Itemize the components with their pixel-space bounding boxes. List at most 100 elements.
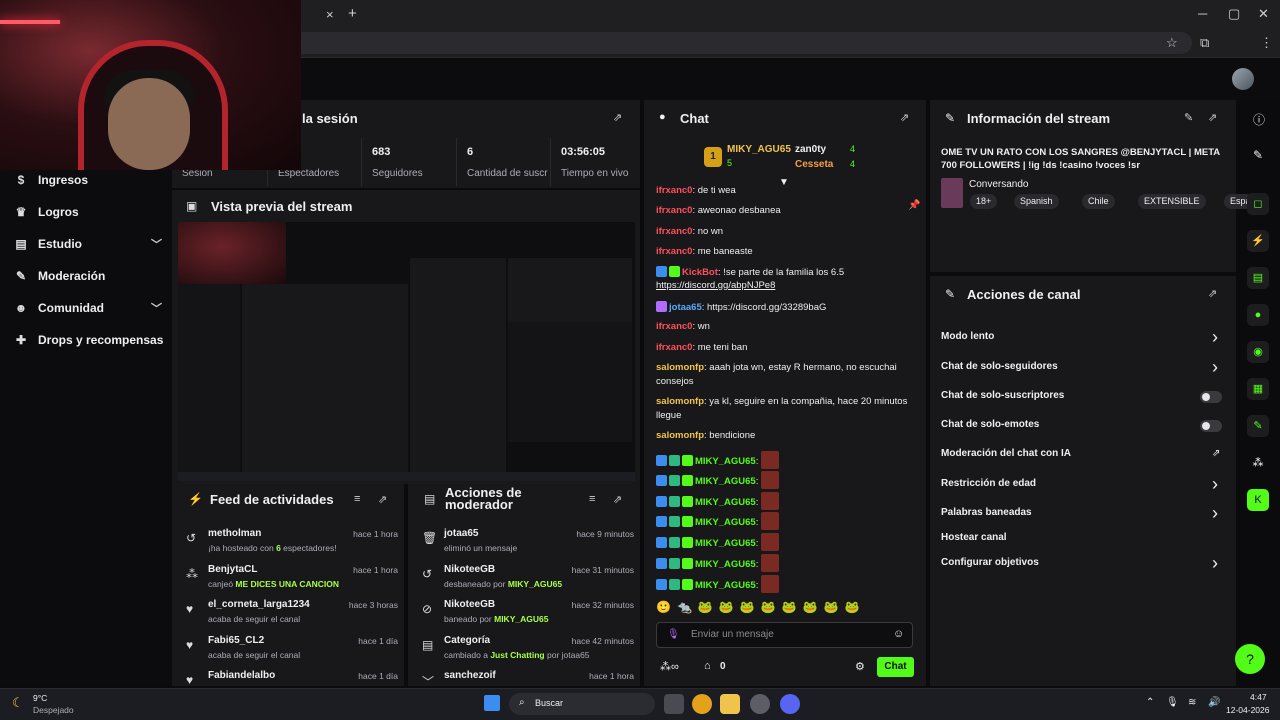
channel-action-5[interactable]: Restricción de edad <box>941 478 1036 489</box>
chrome-icon[interactable] <box>692 694 712 714</box>
mod-action-item[interactable]: ⊘ NikoteeGB baneado por MIKY_AGU65 hace 32 … <box>414 598 640 632</box>
channel-action-1[interactable]: Chat de solo-seguidores <box>941 361 1058 372</box>
chat-username[interactable]: MIKY_AGU65 <box>695 476 756 487</box>
rail-layout-icon[interactable]: ▦ <box>1247 378 1269 400</box>
close-window-button[interactable]: ✕ <box>1258 6 1269 22</box>
chat-username[interactable]: MIKY_AGU65 <box>695 456 756 467</box>
chat-username[interactable]: salomonfp <box>656 362 704 373</box>
feed-item[interactable]: ♥ Fabi65_CL2 acaba de seguir el canal hace … <box>178 634 404 668</box>
chevron-up-icon[interactable]: ⌃ <box>1146 697 1154 708</box>
item-user[interactable]: sanchezoif <box>444 670 496 681</box>
avatar[interactable] <box>1232 68 1254 90</box>
channel-action-3[interactable]: Chat de solo-emotes <box>941 419 1039 430</box>
chevron-right-icon[interactable]: › <box>1212 503 1218 524</box>
mod-action-item[interactable]: ▤ Categoría cambiado a Just Chatting por j… <box>414 634 640 668</box>
emote-picker-icon[interactable]: ☺ <box>893 628 904 640</box>
sidebar-item-comunidad[interactable]: ☻ Comunidad ﹀ <box>14 298 164 318</box>
chat-username[interactable]: ifrxanc0 <box>656 321 692 332</box>
rail-points-icon[interactable]: ⁂ <box>1247 452 1269 474</box>
chat-text[interactable]: https://discord.gg/abpNJPe8 <box>656 280 775 291</box>
filter-icon[interactable]: ≡ <box>354 493 360 505</box>
browser-menu-icon[interactable]: ⋮ <box>1260 35 1273 51</box>
toggle-switch[interactable] <box>1200 391 1222 403</box>
chat-username[interactable]: MIKY_AGU65 <box>695 559 756 570</box>
chat-username[interactable]: ifrxanc0 <box>656 205 692 216</box>
extensions-icon[interactable]: ⧉ <box>1200 35 1209 51</box>
stream-preview[interactable] <box>178 222 635 481</box>
chat-username[interactable]: MIKY_AGU65 <box>695 580 756 591</box>
rail-kick-icon[interactable]: K <box>1247 489 1269 511</box>
popout-icon[interactable]: ⇗ <box>378 493 387 506</box>
expand-icon[interactable]: ▼ <box>779 177 789 188</box>
channel-action-2[interactable]: Chat de solo-suscriptores <box>941 390 1064 401</box>
chat-username[interactable]: salomonfp <box>656 396 704 407</box>
send-chat-button[interactable]: Chat <box>877 657 914 677</box>
clock-time[interactable]: 4:47 <box>1250 692 1267 702</box>
stream-tag[interactable]: EXTENSIBLE <box>1138 194 1206 209</box>
category-thumbnail[interactable] <box>941 178 963 208</box>
chat-username[interactable]: MIKY_AGU65 <box>695 538 756 549</box>
bookmark-star-icon[interactable]: ☆ <box>1166 35 1178 51</box>
rail-lightning-icon[interactable]: ⚡ <box>1247 230 1269 252</box>
toggle-switch[interactable] <box>1200 420 1222 432</box>
chat-username[interactable]: jotaa65 <box>669 302 702 313</box>
channel-action-6[interactable]: Palabras baneadas <box>941 507 1032 518</box>
points-icon[interactable]: ⁂∞ <box>660 660 679 673</box>
gear-icon[interactable]: ⚙ <box>855 660 865 673</box>
chat-username[interactable]: MIKY_AGU65 <box>695 497 756 508</box>
mod-action-item[interactable]: ↺ NikoteeGB desbaneado por MIKY_AGU65 hace … <box>414 563 640 597</box>
mic-icon[interactable]: 🎙 <box>1166 697 1179 708</box>
rail-wrench-icon[interactable]: ✎ <box>1247 415 1269 437</box>
chat-username[interactable]: KickBot <box>682 267 718 278</box>
channel-action-0[interactable]: Modo lento <box>941 331 994 342</box>
channel-action-8[interactable]: Configurar objetivos <box>941 557 1039 568</box>
channel-action-4[interactable]: Moderación del chat con IA <box>941 448 1071 459</box>
chat-username[interactable]: ifrxanc0 <box>656 226 692 237</box>
item-user[interactable]: jotaa65 <box>444 528 478 539</box>
store-icon[interactable]: ⌂ <box>704 660 711 672</box>
popout-icon[interactable]: ⇗ <box>1208 287 1217 300</box>
wifi-icon[interactable]: ≋ <box>1188 697 1196 708</box>
chat-username[interactable]: ifrxanc0 <box>656 246 692 257</box>
emote-bar[interactable]: 🙂🐀🐸🐸🐸🐸🐸🐸🐸🐸 <box>656 600 916 618</box>
item-user[interactable]: el_corneta_larga1234 <box>208 599 310 610</box>
rail-clip-icon[interactable]: ◻ <box>1247 193 1269 215</box>
chat-text[interactable]: : https://discord.gg/33289baG <box>702 302 827 313</box>
new-tab-button[interactable]: + <box>348 5 357 22</box>
mic-icon[interactable]: 🎙 <box>667 629 680 640</box>
windows-start-icon[interactable] <box>484 695 500 711</box>
top-gifter-3[interactable]: Cesseta <box>795 159 833 170</box>
item-user[interactable]: Fabi65_CL2 <box>208 635 264 646</box>
item-user[interactable]: metholman <box>208 528 261 539</box>
mod-action-item[interactable]: 🗑 jotaa65 eliminó un mensaje hace 9 minutos <box>414 527 640 561</box>
task-view-icon[interactable] <box>664 694 684 714</box>
top-gifter-1[interactable]: MIKY_AGU65 <box>727 144 791 155</box>
pin-icon[interactable]: 📌 <box>908 200 920 211</box>
taskbar-search[interactable]: ⌕ Buscar <box>509 693 655 715</box>
feed-item[interactable]: ♥ el_corneta_larga1234 acaba de seguir el … <box>178 598 404 632</box>
category-name[interactable]: Conversando <box>969 179 1028 190</box>
item-user[interactable]: NikoteeGB <box>444 564 495 575</box>
chat-username[interactable]: ifrxanc0 <box>656 185 692 196</box>
address-input[interactable] <box>292 32 1192 54</box>
chevron-right-icon[interactable]: › <box>1212 357 1218 378</box>
maximize-button[interactable]: ▢ <box>1228 6 1240 22</box>
stream-tag[interactable]: 18+ <box>970 194 998 209</box>
item-user[interactable]: NikoteeGB <box>444 599 495 610</box>
edit-icon[interactable]: ✎ <box>1184 111 1193 124</box>
chat-username[interactable]: ifrxanc0 <box>656 342 692 353</box>
minimize-button[interactable]: ─ <box>1198 6 1207 21</box>
pencil-icon[interactable]: ✎ <box>1253 148 1263 162</box>
chevron-right-icon[interactable]: › <box>1212 553 1218 574</box>
sidebar-item-logros[interactable]: ♛ Logros <box>14 202 164 222</box>
chat-username[interactable]: MIKY_AGU65 <box>695 517 756 528</box>
file-explorer-icon[interactable] <box>720 694 740 714</box>
popout-icon[interactable]: ⇗ <box>900 111 909 124</box>
chat-input[interactable]: 🎙 Enviar un mensaje ☺ <box>656 622 913 648</box>
chevron-right-icon[interactable]: › <box>1212 474 1218 495</box>
discord-icon[interactable] <box>780 694 800 714</box>
popout-icon[interactable]: ⇗ <box>613 493 622 506</box>
external-link-icon[interactable]: ⇗ <box>1212 448 1220 459</box>
filter-icon[interactable]: ≡ <box>589 493 595 505</box>
feed-item[interactable]: ⁂ BenjytaCL canjeó ME DICES UNA CANCION hac… <box>178 563 404 597</box>
